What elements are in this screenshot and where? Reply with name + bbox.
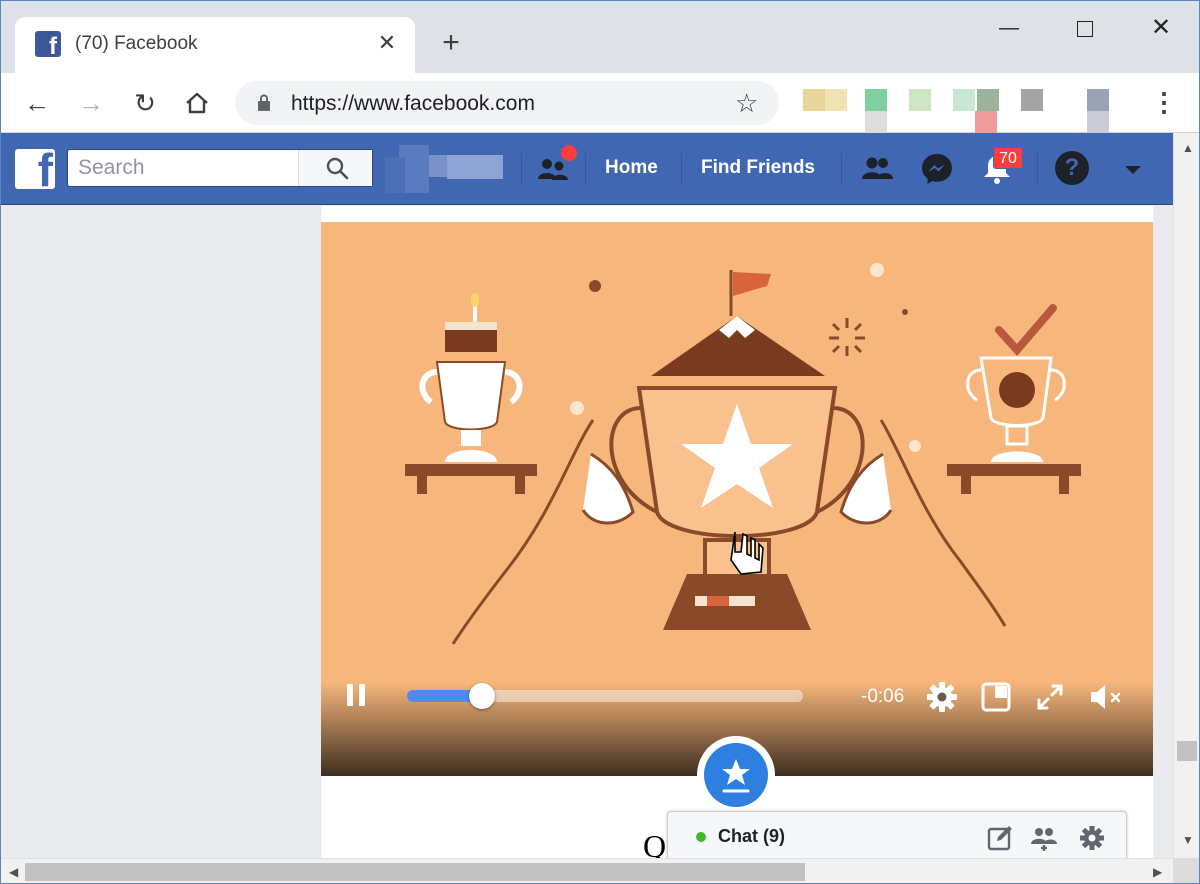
extension-icon[interactable] (975, 111, 997, 133)
chat-settings-gear-icon[interactable] (1078, 824, 1106, 852)
friends-icon[interactable] (859, 151, 895, 187)
time-remaining: -0:06 (861, 686, 905, 707)
fullscreen-icon[interactable] (1033, 680, 1067, 714)
minimize-button[interactable]: — (989, 13, 1029, 43)
notifications-count-badge: 70 (993, 147, 1023, 169)
new-message-icon[interactable] (986, 824, 1014, 852)
pause-icon (359, 684, 365, 706)
extension-icon[interactable] (803, 89, 825, 111)
forward-button[interactable]: → (75, 87, 107, 119)
extension-icon[interactable] (953, 89, 975, 111)
settings-gear-icon[interactable] (925, 680, 959, 714)
horizontal-scroll-thumb[interactable] (25, 863, 805, 881)
lock-icon (258, 94, 270, 111)
search-icon (326, 157, 349, 180)
nav-separator (521, 153, 522, 185)
create-group-icon[interactable] (1030, 824, 1058, 852)
facebook-logo-icon[interactable]: f (15, 149, 55, 189)
star-upload-icon (722, 759, 750, 793)
nav-separator (1037, 153, 1038, 185)
blurred-avatar-icon (385, 145, 503, 193)
browser-window: f (70) Facebook ✕ + — ✕ ← → ↻ https://ww… (0, 0, 1200, 884)
browser-menu-button[interactable]: ⋮ (1151, 87, 1177, 119)
online-status-dot (696, 832, 706, 842)
vertical-scroll-thumb[interactable] (1177, 741, 1197, 761)
nav-separator (585, 153, 586, 185)
scroll-down-arrow-icon[interactable]: ▼ (1182, 833, 1194, 847)
close-tab-icon[interactable]: ✕ (373, 29, 401, 57)
upload-fab-circle (704, 743, 768, 807)
upload-video-button[interactable] (697, 736, 775, 814)
extension-icon[interactable] (1087, 111, 1109, 133)
video-progress-bar[interactable] (407, 683, 803, 709)
home-button[interactable] (181, 87, 213, 119)
nav-find-friends-link[interactable]: Find Friends (701, 157, 815, 179)
video-player[interactable]: -0:06 (321, 222, 1153, 776)
help-icon[interactable]: ? (1055, 151, 1089, 185)
maximize-button[interactable] (1065, 13, 1105, 43)
picture-in-picture-icon[interactable] (979, 680, 1013, 714)
vertical-scrollbar[interactable]: ▲ ▼ (1173, 133, 1199, 858)
home-icon (186, 92, 208, 114)
scroll-right-arrow-icon[interactable]: ▶ (1153, 865, 1162, 879)
nav-home-link[interactable]: Home (605, 157, 658, 179)
chat-sidebar-bar[interactable]: Chat (9) (667, 811, 1127, 858)
maximize-icon (1077, 20, 1093, 37)
url-text: https://www.facebook.com (291, 92, 535, 115)
extension-icon[interactable] (1021, 89, 1043, 111)
muted-volume-icon[interactable] (1087, 680, 1127, 714)
scroll-up-arrow-icon[interactable]: ▲ (1182, 141, 1194, 155)
facebook-favicon-icon: f (35, 31, 61, 57)
tab-strip: f (70) Facebook ✕ + — ✕ (1, 1, 1199, 73)
bookmark-star-icon[interactable]: ☆ (735, 87, 758, 119)
tab-facebook[interactable]: f (70) Facebook ✕ (15, 17, 415, 73)
nav-separator (841, 153, 842, 185)
address-bar[interactable]: https://www.facebook.com ☆ (235, 81, 779, 125)
back-button[interactable]: ← (21, 87, 53, 119)
extension-icon[interactable] (909, 89, 931, 111)
messenger-icon[interactable] (919, 151, 955, 187)
news-feed: -0:06 Q Chat (9) (1, 206, 1173, 858)
extension-icon[interactable] (1087, 89, 1109, 111)
search-button[interactable] (298, 150, 372, 186)
pause-icon (347, 684, 353, 706)
extension-icon[interactable] (825, 89, 847, 111)
nav-separator (681, 153, 682, 185)
friend-request-badge (559, 143, 579, 163)
chat-label: Chat (9) (718, 826, 785, 846)
scrollbar-corner (1173, 858, 1199, 883)
extension-icon[interactable] (865, 89, 887, 111)
profile-link[interactable] (385, 145, 505, 193)
extension-icon[interactable] (865, 111, 887, 133)
tab-title: (70) Facebook (75, 33, 198, 54)
new-tab-button[interactable]: + (437, 28, 465, 58)
pause-button[interactable] (345, 684, 367, 708)
search-input[interactable] (68, 150, 298, 186)
horizontal-scrollbar[interactable]: ◀ ▶ (1, 858, 1199, 883)
stray-text: Q (643, 828, 667, 858)
scroll-left-arrow-icon[interactable]: ◀ (9, 865, 18, 879)
account-dropdown-icon[interactable] (1115, 151, 1151, 187)
facebook-top-bar: f Home F (1, 133, 1173, 205)
extensions-area[interactable] (803, 83, 1143, 133)
close-window-button[interactable]: ✕ (1141, 13, 1181, 43)
reload-button[interactable]: ↻ (129, 87, 161, 119)
facebook-search (67, 149, 373, 187)
browser-toolbar: ← → ↻ https://www.facebook.com ☆ ⋮ (1, 73, 1199, 133)
extension-icon[interactable] (977, 89, 999, 111)
